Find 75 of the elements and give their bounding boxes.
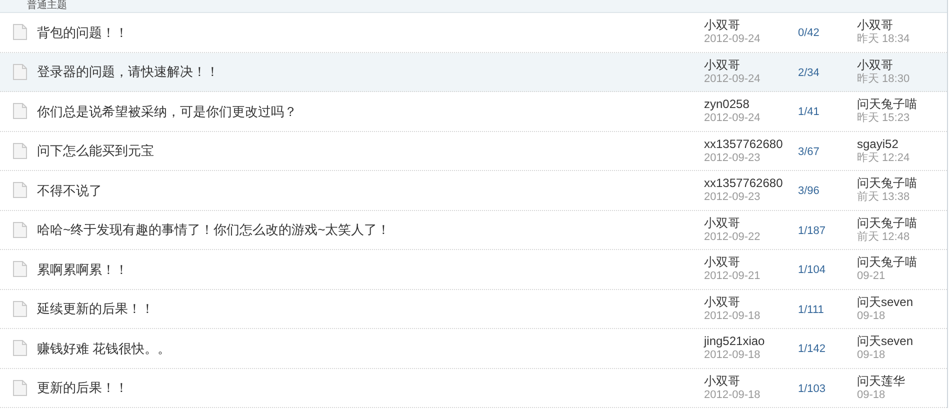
document-icon [13, 222, 27, 238]
reply-count: 1/103 [798, 382, 826, 395]
last-reply-time: 前天 13:38 [857, 190, 911, 204]
last-reply-time: 昨天 12:24 [857, 150, 910, 165]
author-name[interactable]: 小双哥 [704, 255, 798, 270]
author-name[interactable]: 小双哥 [704, 18, 798, 32]
document-icon [13, 64, 27, 80]
last-reply-user[interactable]: 问天seven [857, 334, 914, 348]
topic-title[interactable]: 更新的后果！！ [37, 378, 128, 398]
topic-title[interactable]: 赚钱好难 花钱很快。。 [37, 338, 171, 358]
topic-title[interactable]: 哈哈~终于发现有趣的事情了！你们怎么改的游戏~太笑人了！ [37, 220, 390, 240]
last-reply-user[interactable]: 问天莲华 [857, 374, 905, 388]
last-reply-user[interactable]: 问天兔子喵 [857, 216, 917, 230]
reply-count: 1/142 [798, 343, 826, 356]
post-date: 2012-09-24 [704, 72, 762, 86]
last-reply-user[interactable]: 问天兔子喵 [857, 97, 917, 112]
topic-title[interactable]: 背包的问题！！ [37, 22, 128, 42]
author-name[interactable]: 小双哥 [704, 216, 798, 230]
post-date: 2012-09-18 [704, 388, 762, 402]
topic-title[interactable]: 延续更新的后果！！ [37, 299, 154, 318]
topic-title[interactable]: 不得不说了 [37, 180, 102, 200]
reply-count: 1/41 [798, 106, 820, 118]
author-name[interactable]: zyn0258 [704, 97, 798, 112]
document-icon [13, 261, 27, 278]
last-reply-user[interactable]: 问天兔子喵 [857, 255, 917, 270]
topic-row[interactable]: 登录器的问题，请快速解决！！ 小双哥 2012-09-24 2/34 小双哥 昨天 18:30 [0, 52, 947, 92]
document-icon [13, 24, 27, 40]
reply-count: 1/111 [798, 304, 824, 316]
last-reply-user[interactable]: 问天兔子喵 [857, 176, 917, 190]
last-reply-user[interactable]: sgayi52 [857, 136, 910, 151]
document-icon [13, 340, 27, 356]
last-reply-time: 前天 12:48 [857, 230, 911, 244]
post-date: 2012-09-21 [704, 269, 762, 284]
last-reply-time: 昨天 15:23 [857, 111, 911, 126]
topic-title[interactable]: 你们总是说希望被采纳，可是你们更改过吗？ [37, 102, 297, 121]
last-reply-user[interactable]: 问天seven [857, 294, 914, 309]
post-date: 2012-09-24 [704, 32, 762, 46]
post-date: 2012-09-23 [704, 190, 762, 204]
topic-row[interactable]: 问下怎么能买到元宝 xx1357762680 2012-09-23 3/67 sgayi52 昨天 12:24 [0, 132, 947, 171]
document-icon [13, 142, 27, 159]
topic-row[interactable]: 更新的后果！！ 小双哥 2012-09-18 1/103 问天莲华 09-18 [0, 368, 947, 408]
last-reply-time: 09-21 [857, 269, 886, 284]
topic-row[interactable]: 延续更新的后果！！ 小双哥 2012-09-18 1/111 问天seven 09-18 [0, 290, 947, 329]
reply-count: 3/96 [798, 185, 820, 198]
reply-count: 1/104 [798, 264, 826, 276]
document-icon [13, 103, 27, 120]
document-icon [13, 182, 27, 198]
author-name[interactable]: 小双哥 [704, 294, 798, 309]
reply-count: 0/42 [798, 27, 820, 40]
author-name[interactable]: jing521xiao [704, 334, 798, 348]
document-icon [13, 300, 27, 317]
topic-title[interactable]: 累啊累啊累！！ [37, 260, 128, 279]
topic-title[interactable]: 登录器的问题，请快速解决！！ [37, 62, 219, 82]
last-reply-time: 昨天 18:30 [857, 72, 910, 86]
post-date: 2012-09-18 [704, 308, 762, 323]
reply-count: 1/187 [798, 224, 826, 237]
last-reply-time: 09-18 [857, 388, 886, 402]
author-name[interactable]: 小双哥 [704, 374, 798, 388]
author-name[interactable]: xx1357762680 [704, 136, 798, 151]
topic-title[interactable]: 问下怎么能买到元宝 [37, 141, 154, 160]
last-reply-time: 09-18 [857, 348, 886, 362]
last-reply-user[interactable]: 小双哥 [857, 18, 910, 32]
reply-count: 2/34 [798, 66, 820, 79]
author-name[interactable]: xx1357762680 [704, 176, 798, 190]
last-reply-time: 昨天 18:34 [857, 32, 910, 46]
author-name[interactable]: 小双哥 [704, 58, 798, 72]
post-date: 2012-09-24 [704, 111, 762, 126]
post-date: 2012-09-22 [704, 230, 762, 244]
post-date: 2012-09-23 [704, 150, 762, 165]
post-date: 2012-09-18 [704, 348, 762, 362]
reply-count: 3/67 [798, 146, 820, 158]
last-reply-user[interactable]: 小双哥 [857, 58, 910, 72]
topic-row[interactable]: 哈哈~终于发现有趣的事情了！你们怎么改的游戏~太笑人了！ 小双哥 2012-09-22 1/187 问天兔子喵 前天 12:48 [0, 210, 947, 250]
document-icon [13, 380, 27, 396]
last-reply-time: 09-18 [857, 308, 886, 323]
